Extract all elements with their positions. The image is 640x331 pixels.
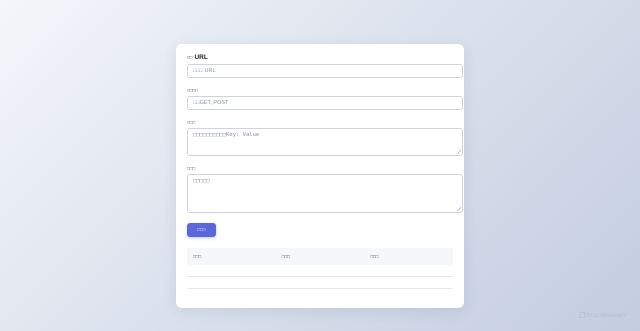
body-textarea[interactable]: □□□□□ xyxy=(187,174,463,213)
column-header: □□□ xyxy=(193,254,202,259)
watermark: ScanMalware xyxy=(579,312,627,319)
watermark-text: ScanMalware xyxy=(586,312,628,319)
results-header: □□□ □□□ □□□ xyxy=(187,248,453,265)
method-label: □□□□ xyxy=(187,88,198,93)
results-table: □□□ □□□ □□□ xyxy=(187,248,453,289)
submit-button[interactable]: □□□ xyxy=(187,223,216,237)
url-label-text: URL xyxy=(194,54,208,61)
table-row xyxy=(187,277,453,289)
column-header: □□□ xyxy=(281,254,290,259)
resize-grip-icon[interactable] xyxy=(457,207,461,211)
url-label: □□ URL xyxy=(187,53,464,62)
url-input[interactable]: □□□ URL xyxy=(187,64,463,78)
body-label: □□□ xyxy=(187,166,196,171)
scanmalware-logo-icon xyxy=(579,312,585,318)
column-header: □□□ xyxy=(370,254,379,259)
body-placeholder: □□□□□ xyxy=(193,178,210,184)
method-input[interactable]: □□GET, POST xyxy=(187,96,463,110)
headers-placeholder: □□□□□□□□□□Key: Value xyxy=(193,132,260,138)
url-label-prefix: □□ xyxy=(187,55,193,60)
resize-grip-icon[interactable] xyxy=(457,150,461,154)
headers-textarea[interactable]: □□□□□□□□□□Key: Value xyxy=(187,128,463,156)
table-row xyxy=(187,265,453,277)
headers-label: □□□ xyxy=(187,120,196,125)
